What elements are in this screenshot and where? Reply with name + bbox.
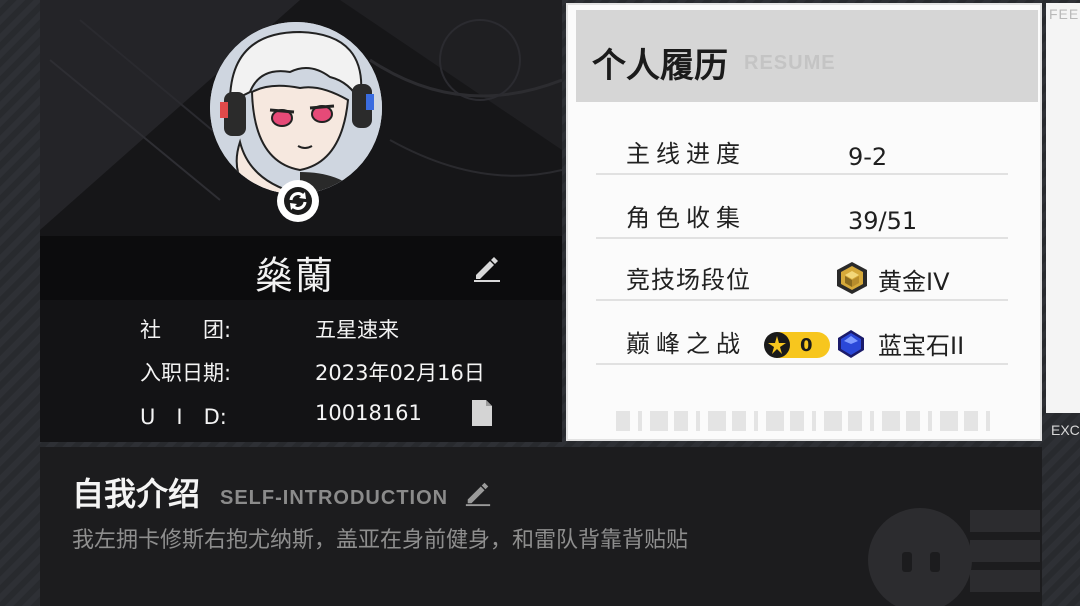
avatar-portrait [210, 22, 382, 194]
resume-row-arena-rank: 竞技场段位 黄金IV [596, 251, 1008, 301]
resume-title-text: 个人履历 [592, 46, 728, 86]
right-side-panel[interactable] [1046, 3, 1080, 413]
avatar[interactable] [210, 22, 382, 194]
right-panel-top-label: FEE [1049, 6, 1080, 22]
edit-intro-icon[interactable] [464, 479, 492, 507]
join-date-label: 入职日期: [140, 361, 232, 385]
main-progress-value: 9-2 [848, 143, 888, 171]
arena-rank-value: 黄金IV [878, 268, 950, 296]
uid-row: U I D: 10018161 [140, 401, 422, 431]
barcode-decoration [616, 411, 996, 431]
mascot-deco-icon [868, 508, 1040, 606]
self-intro-title: 自我介绍 [72, 475, 201, 513]
club-row: 社 团: 五星速来 [140, 314, 399, 344]
avatar-swap-button[interactable] [277, 180, 319, 222]
star-icon [764, 332, 790, 358]
character-collection-value: 39/51 [848, 207, 918, 235]
peak-battle-badge-count: 0 [800, 334, 813, 356]
uid-label: U I D: [140, 405, 227, 429]
self-intro-text: 我左拥卡修斯右抱尤纳斯，盖亚在身前健身，和雷队背靠背贴贴 [72, 528, 689, 553]
player-name: 燊蘭 [255, 254, 336, 298]
arena-rank-label: 竞技场段位 [626, 266, 751, 294]
right-panel-bottom-label: EXC [1051, 422, 1080, 438]
edit-name-icon[interactable] [472, 253, 502, 283]
resume-row-main-progress: 主线进度 9-2 [596, 125, 1008, 175]
uid-value: 10018161 [315, 401, 422, 425]
sapphire-rank-icon [838, 330, 864, 358]
club-value: 五星速来 [315, 318, 399, 342]
resume-card: 个人履历 RESUME 主线进度 9-2 角色收集 39/51 竞技场段位 黄金… [566, 3, 1042, 441]
resume-row-peak-battle: 巅峰之战 0 蓝宝石II [596, 315, 1008, 365]
join-date-value: 2023年02月16日 [315, 361, 485, 385]
refresh-icon [284, 187, 312, 215]
copy-uid-icon[interactable] [470, 398, 494, 428]
join-date-row: 入职日期: 2023年02月16日 [140, 357, 485, 387]
resume-row-character-collection: 角色收集 39/51 [596, 189, 1008, 239]
peak-battle-label: 巅峰之战 [626, 330, 746, 358]
resume-subtitle: RESUME [744, 52, 836, 74]
character-collection-label: 角色收集 [626, 204, 746, 232]
resume-title: 个人履历 [592, 38, 728, 87]
peak-battle-value: 蓝宝石II [878, 332, 965, 360]
peak-battle-badge: 0 [764, 332, 830, 358]
self-intro-subtitle: SELF-INTRODUCTION [220, 487, 449, 509]
club-label: 社 团: [140, 318, 232, 342]
gold-rank-icon [837, 262, 867, 294]
main-progress-label: 主线进度 [626, 140, 746, 168]
